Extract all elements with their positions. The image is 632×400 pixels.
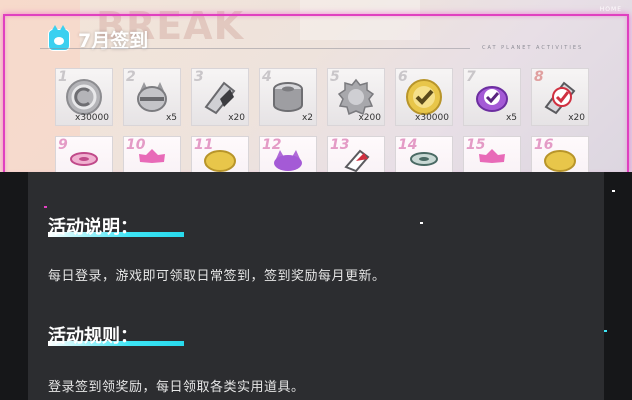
reward-cell[interactable]: 1 x30000 <box>55 68 113 126</box>
reward-cell[interactable]: 7 x5 <box>463 68 521 126</box>
side-panel-left <box>0 172 28 400</box>
reward-cell[interactable]: 3 x20 <box>191 68 249 126</box>
reward-cell[interactable]: 8 x20 <box>531 68 589 126</box>
reward-quantity: x200 <box>358 113 381 123</box>
gold-coin-icon <box>544 150 576 172</box>
reward-cell[interactable]: 10 <box>123 136 181 172</box>
section-heading: 活动规则： <box>48 326 138 347</box>
purple-capsule-icon <box>274 150 302 171</box>
section-text: 登录签到领奖励，每日领取各类实用道具。 <box>48 380 305 395</box>
reward-cell[interactable]: 15 <box>463 136 521 172</box>
reward-quantity: x2 <box>301 113 313 123</box>
decorative-speck <box>44 206 47 208</box>
reward-quantity: x5 <box>165 113 177 123</box>
reward-quantity: x20 <box>228 113 245 123</box>
reward-cell[interactable]: 16 <box>531 136 589 172</box>
gold-check-coin-icon <box>406 79 442 115</box>
reward-cell[interactable]: 5 x200 <box>327 68 385 126</box>
pink-gear-icon <box>139 149 165 163</box>
decorative-speck <box>612 190 615 192</box>
gray-ticket-icon <box>204 81 236 115</box>
section-heading: 活动说明： <box>48 217 138 238</box>
reward-cell[interactable]: 11 <box>191 136 249 172</box>
reward-quantity: x30000 <box>415 113 449 123</box>
ticket-check-icon <box>544 81 576 115</box>
red-ticket-icon <box>344 149 370 172</box>
pink-can-icon <box>70 152 98 166</box>
gray-gear-icon <box>337 78 375 116</box>
gray-cat-capsule-icon <box>137 82 167 112</box>
decorative-speck <box>604 330 607 332</box>
divider <box>40 48 470 49</box>
purple-check-capsule-icon <box>476 86 508 112</box>
reward-cell[interactable]: 2 x5 <box>123 68 181 126</box>
section-text: 每日登录，游戏即可领取日常签到，签到奖励每月更新。 <box>48 269 386 284</box>
side-panel-right <box>604 172 632 400</box>
gray-coin-icon <box>66 79 102 115</box>
gold-coin-icon <box>204 150 236 172</box>
signin-panel: BREAK HOME 7月签到 CAT PLANET ACTIVITIES 1 … <box>0 0 632 172</box>
activity-subtitle: CAT PLANET ACTIVITIES <box>482 45 584 51</box>
pink-gear-icon <box>479 149 505 163</box>
gray-can-icon <box>273 82 303 112</box>
teal-can-icon <box>410 152 438 166</box>
home-label[interactable]: HOME <box>600 6 622 13</box>
reward-cell[interactable]: 14 <box>395 136 453 172</box>
reward-quantity: x5 <box>505 113 517 123</box>
decorative-speck <box>420 222 423 224</box>
reward-cell[interactable]: 6 x30000 <box>395 68 453 126</box>
reward-quantity: x20 <box>568 113 585 123</box>
reward-cell[interactable]: 12 <box>259 136 317 172</box>
reward-cell[interactable]: 9 <box>55 136 113 172</box>
description-panel <box>28 172 604 400</box>
reward-cell[interactable]: 4 x2 <box>259 68 317 126</box>
reward-quantity: x30000 <box>75 113 109 123</box>
reward-cell[interactable]: 13 <box>327 136 385 172</box>
